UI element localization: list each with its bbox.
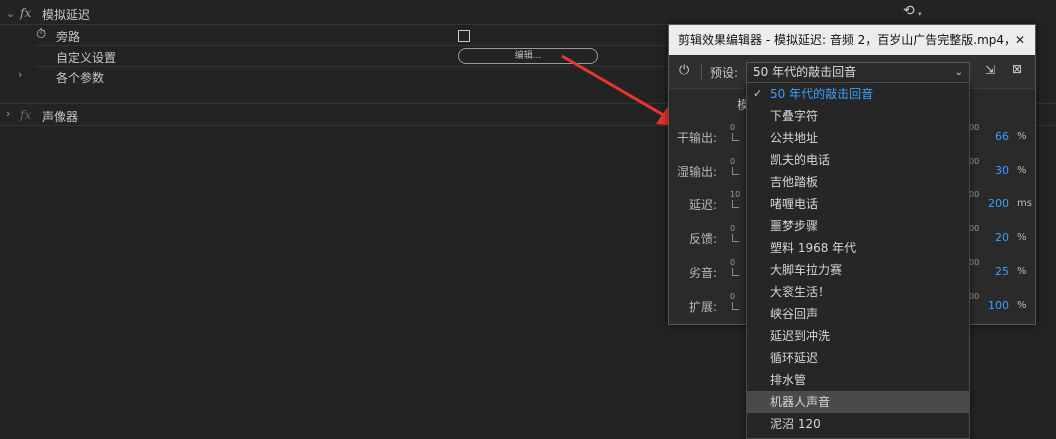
preset-option-hovered[interactable]: 机器人声音 [747,391,969,413]
preset-select[interactable]: 50 年代的敲击回音 ⌄ [746,62,970,83]
preset-option-label: 塑料 1968 年代 [770,241,857,255]
param-label: 延迟: [688,198,717,212]
param-label: 扩展: [688,300,717,314]
preset-option-label: 噩梦步骤 [770,219,819,233]
preset-option[interactable]: 凯夫的电话 [747,149,969,171]
slider-track[interactable] [732,200,739,208]
preset-option[interactable]: 大脚车拉力赛 [747,259,969,281]
param-max: 00 [969,258,980,267]
param-min: 0 [730,292,736,301]
preset-option[interactable]: 啫喱电话 [747,193,969,215]
preset-label: 预设: [710,66,739,80]
preset-option[interactable]: 噩梦步骤 [747,215,969,237]
param-min: 0 [730,123,736,132]
preset-option[interactable]: 塑料 1968 年代 [747,237,969,259]
divider [701,64,702,80]
preset-option-label: 排水管 [770,373,807,387]
param-value[interactable]: 30 [995,164,1009,177]
param-label: 劣音: [688,266,717,280]
preset-option[interactable]: 公共地址 [747,127,969,149]
param-value[interactable]: 200 [988,197,1009,210]
param-max: 00 [969,190,980,199]
preset-option-label: 延迟到冲洗 [770,329,831,343]
param-unit: % [1017,266,1027,277]
slider-track[interactable] [732,268,739,276]
preset-option-label: 循环延迟 [770,351,819,365]
checkmark-icon: ✓ [753,87,763,100]
preset-dropdown-list: ✓ 50 年代的敲击回音 下叠字符 公共地址 凯夫的电话 吉他踏板 啫喱电话 噩… [746,82,970,439]
close-icon[interactable]: ✕ [1015,25,1025,55]
param-value[interactable]: 25 [995,265,1009,278]
dialog-title-bar[interactable]: 剪辑效果编辑器 - 模拟延迟: 音频 2，百岁山广告完整版.mp4，... ✕ [669,25,1035,55]
param-min: 10 [730,190,741,199]
preset-option[interactable]: 吉他踏板 [747,171,969,193]
preset-option-label: 公共地址 [770,131,819,145]
preset-option-label: 大脚车拉力赛 [770,263,843,277]
preset-option-label: 下叠字符 [770,109,819,123]
param-unit: % [1017,165,1027,176]
delete-preset-icon[interactable]: ⊠ [1012,62,1022,76]
preset-option-label: 泥沼 120 [770,417,821,431]
preset-option[interactable]: 下叠字符 [747,105,969,127]
power-icon[interactable]: ⏻ [679,63,689,78]
preset-option[interactable]: 大衮生活！ [747,281,969,303]
param-value[interactable]: 66 [995,130,1009,143]
preset-option[interactable]: 循环延迟 [747,347,969,369]
param-max: 00 [969,224,980,233]
param-unit: ms [1017,198,1032,209]
preset-option-label: 大衮生活！ [770,285,831,299]
save-preset-icon[interactable]: ⇲ [985,63,995,77]
preset-option[interactable]: 排水管 [747,369,969,391]
preset-option-label: 峡谷回声 [770,307,819,321]
slider-track[interactable] [732,234,739,242]
param-max: 00 [969,157,980,166]
param-unit: % [1017,232,1027,243]
chevron-down-icon: ⌄ [954,67,963,78]
slider-track[interactable] [732,302,739,310]
preset-option-label: 吉他踏板 [770,175,819,189]
preset-option-label: 机器人声音 [770,395,831,409]
param-label: 反馈: [688,232,717,246]
param-label: 湿输出: [676,165,717,179]
slider-track[interactable] [732,167,739,175]
param-min: 0 [730,157,736,166]
preset-option-label: 凯夫的电话 [770,153,831,167]
slider-track[interactable] [732,133,739,141]
dialog-title: 剪辑效果编辑器 - 模拟延迟: 音频 2，百岁山广告完整版.mp4，... [678,33,1008,47]
preset-select-value: 50 年代的敲击回音 [753,65,857,79]
preset-option[interactable]: 泥沼 120 [747,413,969,435]
preset-option[interactable]: 峡谷回声 [747,303,969,325]
param-unit: % [1017,131,1027,142]
param-max: 00 [969,292,980,301]
preset-option[interactable]: ✓ 50 年代的敲击回音 [747,83,969,105]
param-value[interactable]: 20 [995,231,1009,244]
param-max: 00 [969,123,980,132]
param-unit: % [1017,300,1027,311]
preset-option-label: 啫喱电话 [770,197,819,211]
preset-option-label: 50 年代的敲击回音 [770,87,874,101]
param-min: 0 [730,258,736,267]
preset-option[interactable]: 延迟到冲洗 [747,325,969,347]
param-min: 0 [730,224,736,233]
param-value[interactable]: 100 [988,299,1009,312]
param-label: 干输出: [676,131,717,145]
